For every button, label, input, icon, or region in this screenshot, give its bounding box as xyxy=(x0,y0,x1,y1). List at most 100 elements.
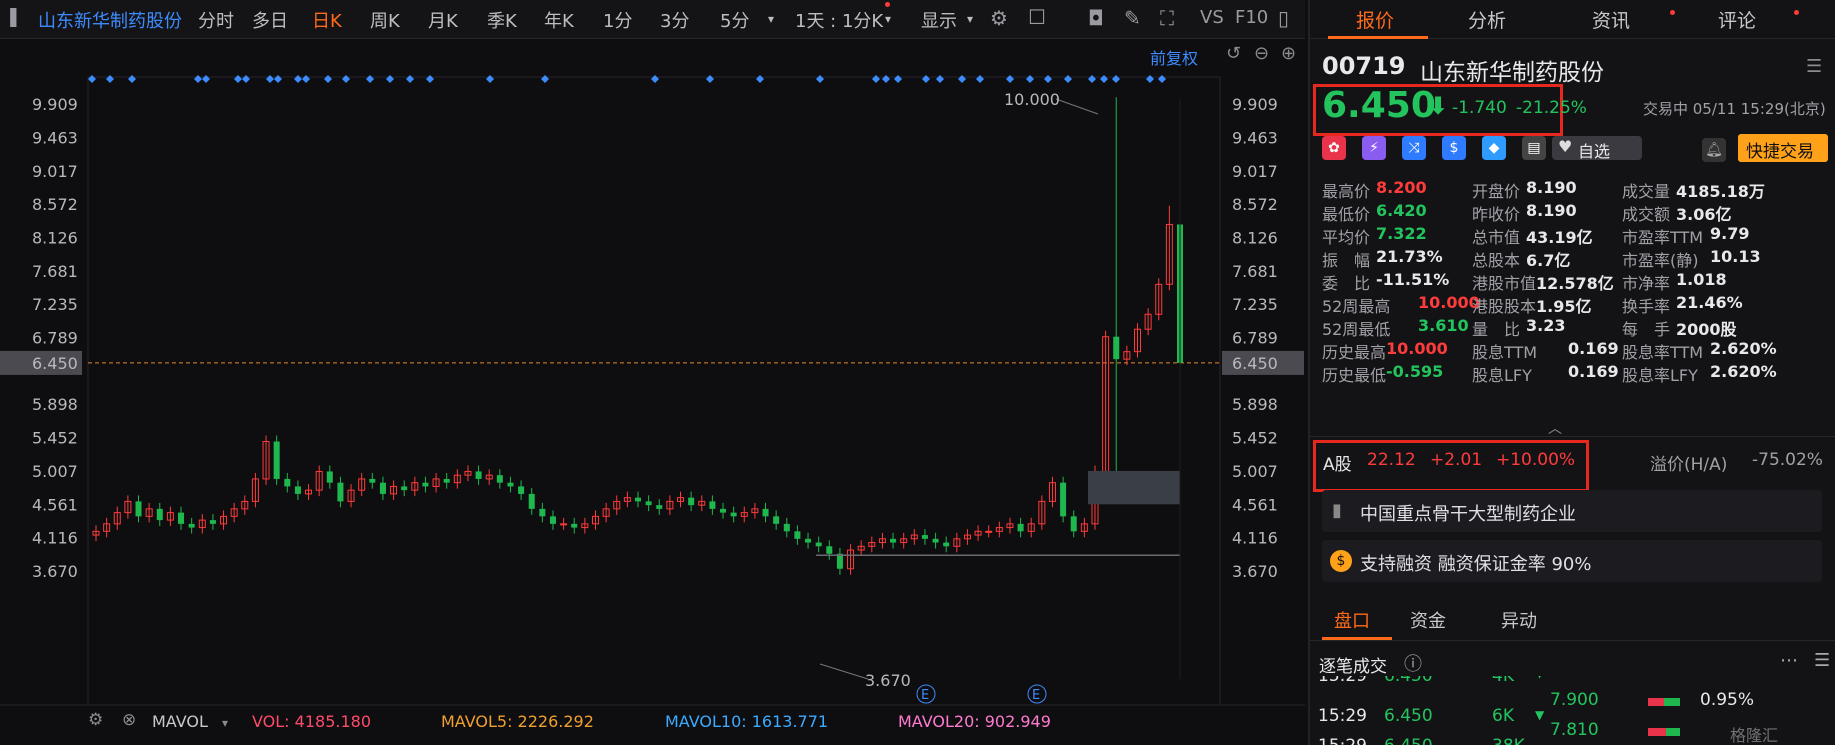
candle-body xyxy=(943,542,950,547)
signal-diamond xyxy=(894,75,902,83)
shuffle-icon[interactable]: ⤨ xyxy=(1402,136,1426,160)
notification-dot xyxy=(1794,10,1799,15)
subtab-anomaly[interactable]: 异动 xyxy=(1501,607,1537,633)
period-tab[interactable]: 5分 xyxy=(720,7,749,33)
info-icon[interactable]: ⓘ xyxy=(1404,650,1422,676)
depth-bar xyxy=(1648,698,1680,706)
hk-flag-icon[interactable]: ✿ xyxy=(1322,136,1346,160)
subtab-orderbook[interactable]: 盘口 xyxy=(1334,607,1370,633)
chevron-down-icon[interactable]: ▾ xyxy=(768,12,774,26)
signal-diamond xyxy=(936,75,944,83)
signal-diamond xyxy=(816,75,824,83)
candle-body xyxy=(1060,482,1067,517)
tab-comments[interactable]: 评论 xyxy=(1718,6,1756,33)
candle-body xyxy=(156,508,163,521)
stat-label: 股息率LFY xyxy=(1622,366,1698,385)
document-icon[interactable]: ▤ xyxy=(1522,136,1546,160)
coin-icon: $ xyxy=(1330,550,1352,572)
vs-button[interactable]: VS xyxy=(1200,7,1224,28)
collapse-icon[interactable]: ︿ xyxy=(1548,418,1562,438)
watchlist-label: 自选 xyxy=(1578,142,1611,161)
y-tick-label-right: 7.235 xyxy=(1232,295,1278,314)
stat-label: 成交额 xyxy=(1622,205,1671,224)
stat-value: -0.595 xyxy=(1386,362,1444,381)
list-icon[interactable]: ☰ xyxy=(1806,56,1822,77)
stats-grid: 最高价 8.200 开盘价 8.190 成交量 4185.18万 最低价 6.420 昨收价 8.… xyxy=(1310,178,1835,418)
tab-quote[interactable]: 报价 xyxy=(1356,6,1394,33)
event-marker-label: E xyxy=(921,688,929,703)
candle-body xyxy=(326,471,333,483)
panel-toggle-icon[interactable]: ▯ xyxy=(1278,6,1289,30)
y-tick-label-left: 7.681 xyxy=(32,262,78,281)
stat-label: 历史最低 xyxy=(1322,366,1387,385)
gear-icon[interactable]: ⚙ xyxy=(990,6,1008,30)
stat-label: 市盈率TTM xyxy=(1622,228,1704,247)
fullscreen-icon[interactable]: ⛶ xyxy=(1160,6,1174,30)
tick-time: 15:29 xyxy=(1318,736,1367,745)
stat-value: -11.51% xyxy=(1376,270,1450,289)
tab-news[interactable]: 资讯 xyxy=(1592,6,1630,33)
stat-label: 港股市值 xyxy=(1472,274,1537,293)
tag-icon[interactable]: ◆ xyxy=(1482,136,1506,160)
candle-body xyxy=(475,471,482,479)
interval-select[interactable]: 1天 : 1分K xyxy=(795,7,883,33)
quick-trade-button[interactable]: 快捷交易 xyxy=(1738,134,1828,162)
watchlist-button[interactable]: ♥ 自选 xyxy=(1552,136,1642,161)
period-tab[interactable]: 周K xyxy=(370,7,400,33)
signal-diamond xyxy=(1006,75,1014,83)
f10-button[interactable]: F10 xyxy=(1235,7,1268,28)
dollar-icon[interactable]: $ xyxy=(1442,136,1466,160)
pencil-icon[interactable]: ✎ xyxy=(1124,6,1141,30)
candle-body xyxy=(401,486,408,491)
period-tab[interactable]: 分时 xyxy=(198,7,234,33)
candle-body xyxy=(985,530,993,533)
period-tab[interactable]: 1分 xyxy=(603,7,632,33)
stock-name-link[interactable]: 山东新华制药股份 xyxy=(38,7,182,33)
period-tab[interactable]: 月K xyxy=(428,7,458,33)
event-marker-label: E xyxy=(1032,688,1040,703)
period-tab[interactable]: 年K xyxy=(544,7,574,33)
tab-analysis[interactable]: 分析 xyxy=(1468,6,1506,33)
bell-icon[interactable]: 🔔︎ xyxy=(1702,138,1726,162)
stat-value: 2.620% xyxy=(1710,362,1777,381)
quick-trade-label: 快捷交易 xyxy=(1746,142,1814,162)
candle-body xyxy=(422,482,429,487)
period-tab[interactable]: 季K xyxy=(487,7,517,33)
signal-diamond xyxy=(366,75,374,83)
stat-label: 股息TTM xyxy=(1472,343,1538,362)
flash-icon[interactable]: ⚡ xyxy=(1362,136,1386,160)
signal-diamond xyxy=(976,75,984,83)
display-menu[interactable]: 显示 xyxy=(921,7,957,33)
stat-value: 1.95亿 xyxy=(1536,297,1592,316)
tick-volume: 38K xyxy=(1492,736,1525,745)
period-tab[interactable]: 多日 xyxy=(252,7,288,33)
camera-icon[interactable]: ◘ xyxy=(1088,6,1104,30)
kline-chart[interactable]: 前复权 ↺ ⊖ ⊕ 9.909 9.909 9.463 9.463 9.017 9.017… xyxy=(0,39,1305,745)
stat-value: 8.200 xyxy=(1376,178,1427,197)
stat-value: 6.7亿 xyxy=(1526,251,1571,270)
y-tick-label-left: 5.898 xyxy=(32,395,78,414)
stat-value: 21.73% xyxy=(1376,247,1443,266)
period-tab[interactable]: 3分 xyxy=(660,7,689,33)
y-tick-label-left: 6.789 xyxy=(32,329,78,348)
stat-value: 8.190 xyxy=(1526,201,1577,220)
tick-volume: 4K xyxy=(1492,676,1514,686)
more-icon[interactable]: ⋯ xyxy=(1780,650,1798,671)
last-price: 6.450 xyxy=(1322,85,1436,126)
margin-tag[interactable]: $ 支持融资 融资保证金率 90% xyxy=(1322,540,1822,582)
depth-price: 7.900 xyxy=(1550,690,1599,710)
tick-time: 15:29 xyxy=(1318,706,1367,726)
candle-body xyxy=(932,538,939,543)
company-tag[interactable]: ▮ 中国重点骨干大型制药企业 xyxy=(1322,490,1822,532)
candlestick-plot: 9.909 9.909 9.463 9.463 9.017 9.017 8.572 8.572… xyxy=(0,75,1305,706)
list-settings-icon[interactable]: ☰ xyxy=(1814,650,1830,671)
subtab-fund[interactable]: 资金 xyxy=(1410,607,1446,633)
signal-diamond xyxy=(294,75,302,83)
candle-body xyxy=(518,486,525,494)
period-tab-active[interactable]: 日K xyxy=(312,7,342,33)
candle-body xyxy=(178,512,185,524)
drawing-box-icon[interactable]: ☐ xyxy=(1028,5,1046,29)
sidebar-toggle-icon[interactable]: ▐ xyxy=(4,8,16,27)
signal-diamond xyxy=(202,75,210,83)
stat-label: 历史最高 xyxy=(1322,343,1387,362)
